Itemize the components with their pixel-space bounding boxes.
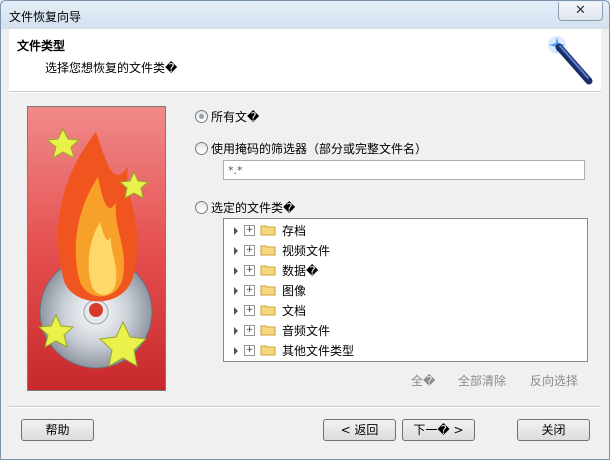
title-bar: 文件恢复向导 ✕ <box>1 1 609 29</box>
expand-arrow-icon[interactable] <box>234 327 238 335</box>
recovery-wizard-window: 文件恢复向导 ✕ 文件类型 选择您想恢复的文件类� 所有文� 使用掩码的筛选器（… <box>0 0 610 460</box>
plus-box-icon[interactable]: + <box>244 265 255 276</box>
page-subtitle: 选择您想恢复的文件类� <box>45 61 178 75</box>
tree-item-label: 视频文件 <box>282 244 331 258</box>
mask-filter-radio[interactable] <box>195 142 208 155</box>
tree-item-audio[interactable]: + 音频文件 <box>224 321 584 341</box>
help-button[interactable]: 帮助 <box>21 419 94 441</box>
wizard-header: 文件类型 选择您想恢复的文件类� <box>9 29 601 92</box>
folder-icon <box>260 265 276 276</box>
selected-types-radio[interactable] <box>195 201 208 214</box>
window-close-button[interactable]: ✕ <box>558 2 603 21</box>
selected-types-label: 选定的文件类� <box>211 201 296 215</box>
all-files-radio[interactable] <box>195 110 208 123</box>
tree-item-documents[interactable]: + 文档 <box>224 301 584 321</box>
window-title: 文件恢复向导 <box>9 10 82 24</box>
header-separator <box>9 91 601 93</box>
plus-box-icon[interactable]: + <box>244 305 255 316</box>
plus-box-icon[interactable]: + <box>244 245 255 256</box>
plus-box-icon[interactable]: + <box>244 325 255 336</box>
folder-icon <box>260 305 276 316</box>
page-title: 文件类型 <box>17 39 66 53</box>
folder-icon <box>260 345 276 356</box>
plus-box-icon[interactable]: + <box>244 345 255 356</box>
all-files-label: 所有文� <box>211 110 260 124</box>
expand-arrow-icon[interactable] <box>234 247 238 255</box>
back-button[interactable]: < 返回 <box>323 419 396 441</box>
tree-item-label: 存档 <box>282 224 307 238</box>
tree-item-label: 其他文件类型 <box>282 344 355 358</box>
tree-item-other[interactable]: + 其他文件类型 <box>224 341 584 361</box>
recovery-art-image <box>27 106 166 391</box>
folder-icon <box>260 245 276 256</box>
expand-arrow-icon[interactable] <box>234 267 238 275</box>
tree-item-images[interactable]: + 图像 <box>224 281 584 301</box>
expand-arrow-icon[interactable] <box>234 347 238 355</box>
tree-item-data[interactable]: + 数据� <box>224 261 584 281</box>
expand-arrow-icon[interactable] <box>234 227 238 235</box>
tree-item-label: 图像 <box>282 284 307 298</box>
next-button[interactable]: 下一� > <box>402 419 475 441</box>
tree-item-archive[interactable]: + 存档 <box>224 221 584 241</box>
expand-arrow-icon[interactable] <box>234 307 238 315</box>
tree-item-label: 音频文件 <box>282 324 331 338</box>
magic-wand-icon <box>548 36 593 85</box>
folder-icon <box>260 225 276 236</box>
plus-box-icon[interactable]: + <box>244 285 255 296</box>
tree-item-video[interactable]: + 视频文件 <box>224 241 584 261</box>
filename-mask-input[interactable] <box>223 160 585 180</box>
folder-icon <box>260 285 276 296</box>
invert-selection-link[interactable]: 反向选择 <box>530 372 578 389</box>
close-button[interactable]: 关闭 <box>517 419 590 441</box>
tree-item-label: 文档 <box>282 304 307 318</box>
plus-box-icon[interactable]: + <box>244 225 255 236</box>
file-type-tree[interactable]: + 存档 + 视频文件 + 数据� + 图像 + 文档 + 音频文件 + 其他文… <box>223 218 588 362</box>
folder-icon <box>260 325 276 336</box>
clear-all-link[interactable]: 全部清除 <box>458 372 506 389</box>
footer-separator <box>9 406 601 408</box>
select-all-link[interactable]: 全� <box>411 372 435 389</box>
tree-item-label: 数据� <box>282 264 319 278</box>
expand-arrow-icon[interactable] <box>234 287 238 295</box>
mask-filter-label: 使用掩码的筛选器（部分或完整文件名） <box>211 142 428 156</box>
